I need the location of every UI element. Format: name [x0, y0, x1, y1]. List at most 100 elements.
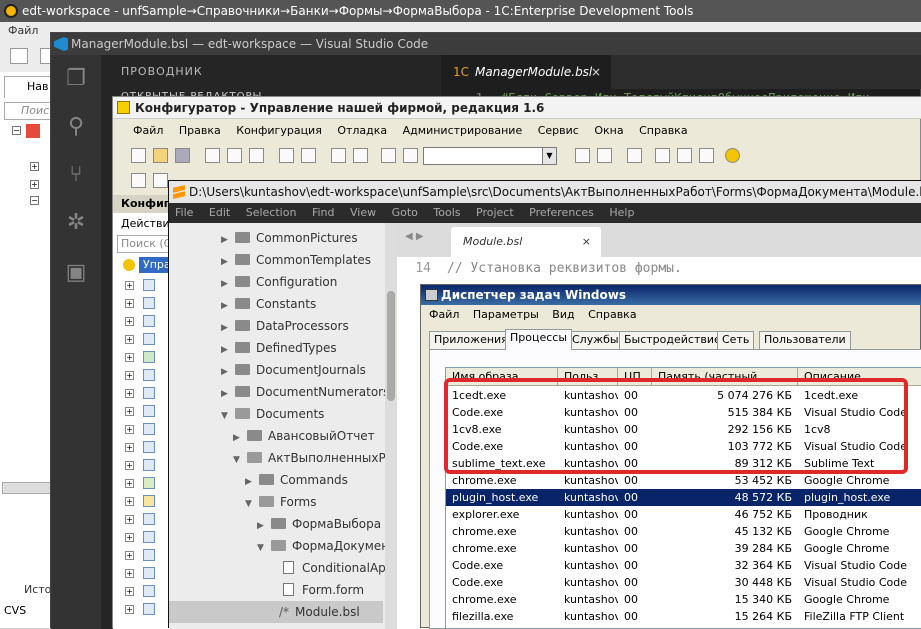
new-icon[interactable] [10, 48, 28, 64]
new-icon[interactable] [131, 148, 146, 163]
debug-icon[interactable]: ✲ [64, 211, 88, 235]
table-row[interactable]: Code.exe kuntashov 00 32 364 КБ Visual Studi… [446, 557, 921, 574]
menu-options[interactable]: Параметры [473, 308, 539, 321]
tree-row[interactable]: + [121, 367, 173, 383]
tree-expand-icon[interactable]: + [30, 180, 39, 189]
tree-row[interactable]: + [121, 349, 173, 365]
tree-item-documentjournals[interactable]: ▶ DocumentJournals [221, 359, 366, 381]
menu-help[interactable]: Справка [588, 308, 636, 321]
menu-goto[interactable]: Goto [392, 206, 418, 219]
tree-row[interactable]: + [121, 511, 173, 527]
undo-icon[interactable] [331, 148, 346, 163]
cut-icon[interactable] [205, 148, 220, 163]
tree-row[interactable]: + [121, 439, 173, 455]
chevron-down-icon[interactable]: ▼ [542, 148, 556, 164]
expand-icon[interactable]: + [125, 299, 134, 308]
tree-item-commonpictures[interactable]: ▶ CommonPictures [221, 227, 358, 249]
table-row[interactable]: Code.exe kuntashov 00 515 384 КБ Visual Stud… [446, 404, 921, 421]
tree-item-documentnumerators[interactable]: ▶ DocumentNumerators [221, 381, 389, 403]
column-memory[interactable]: Память (частный ... [652, 368, 798, 386]
menu-debug[interactable]: Отладка [337, 124, 387, 137]
explorer-icon[interactable]: ❐ [64, 67, 88, 91]
tree-row[interactable]: + [121, 457, 173, 473]
expand-icon[interactable]: + [125, 551, 134, 560]
tree-item-conditionalappearance[interactable]: ConditionalAp [283, 557, 386, 579]
copy-icon[interactable] [227, 148, 242, 163]
menu-administration[interactable]: Администрирование [403, 124, 523, 137]
expand-icon[interactable]: + [125, 515, 134, 524]
redo-icon[interactable] [353, 148, 368, 163]
table-row[interactable]: 1cv8.exe kuntashov 00 292 156 КБ 1cv8 [446, 421, 921, 438]
tab-performance[interactable]: Быстродействие [619, 331, 726, 349]
expand-icon[interactable]: + [125, 371, 134, 380]
tree-item-documents[interactable]: ▼ Documents [221, 403, 324, 425]
tree-item-forms[interactable]: ▼ Forms [245, 491, 316, 513]
info-icon[interactable] [725, 148, 740, 163]
menu-selection[interactable]: Selection [246, 206, 297, 219]
expand-icon[interactable]: + [125, 569, 134, 578]
menu-configuration[interactable]: Конфигурация [236, 124, 322, 137]
tree-item-dataprocessors[interactable]: ▶ DataProcessors [221, 315, 349, 337]
expand-icon[interactable]: + [125, 407, 134, 416]
preview-icon[interactable] [301, 148, 316, 163]
table-row[interactable]: chrome.exe kuntashov 00 39 284 КБ Google Chr… [446, 540, 921, 557]
configurator-search-combo[interactable]: ▼ [423, 147, 557, 165]
tab-nav-arrows[interactable]: ◀ ▶ [405, 231, 424, 242]
column-image-name[interactable]: Имя образа [446, 368, 558, 386]
expand-icon[interactable]: + [125, 443, 134, 452]
menu-file[interactable]: Файл [429, 308, 459, 321]
search-back-icon[interactable] [575, 148, 590, 163]
tree-row[interactable]: + [121, 313, 173, 329]
tree-row[interactable]: + [121, 475, 173, 491]
menu-find[interactable]: Find [312, 206, 335, 219]
menu-file[interactable]: File [175, 206, 193, 219]
menu-edit[interactable]: Правка [179, 124, 221, 137]
tree-action-icon[interactable] [131, 173, 146, 188]
expand-icon[interactable]: + [125, 605, 134, 614]
menu-help[interactable]: Help [609, 206, 634, 219]
tree-row[interactable]: + [121, 529, 173, 545]
tree-item-formadokumenta[interactable]: ▼ ФормаДокумент [257, 535, 396, 557]
menu-view[interactable]: View [350, 206, 376, 219]
source-control-icon[interactable]: ⑂ [64, 163, 88, 187]
help-icon[interactable] [677, 148, 692, 163]
expand-icon[interactable]: + [125, 317, 134, 326]
menu-view[interactable]: Вид [552, 308, 574, 321]
tree-row[interactable]: + [121, 277, 173, 293]
table-row[interactable]: chrome.exe kuntashov 00 45 132 КБ Google Chr… [446, 523, 921, 540]
tree-row[interactable]: + [121, 493, 173, 509]
tab-module-bsl[interactable]: Module.bsl × [451, 227, 601, 257]
tree-row[interactable]: + [121, 565, 173, 581]
close-icon[interactable]: × [582, 227, 591, 257]
table-row[interactable]: plugin_host.exe kuntashov 00 48 572 КБ plugi… [446, 489, 921, 506]
tree-row[interactable]: + [121, 421, 173, 437]
table-row[interactable]: Code.exe kuntashov 00 30 448 КБ Visual Studi… [446, 574, 921, 591]
tree-expand-icon[interactable]: + [30, 162, 39, 171]
expand-icon[interactable]: + [125, 281, 134, 290]
tree-item-configuration[interactable]: ▶ Configuration [221, 271, 337, 293]
tree-item-aktvypolnennykhrabot[interactable]: ▼ АктВыполненныхРаб [233, 447, 397, 469]
table-row[interactable]: 1cedt.exe kuntashov 00 5 074 276 КБ 1cedt.ex… [446, 387, 921, 404]
expand-icon[interactable]: + [125, 461, 134, 470]
menu-tools[interactable]: Tools [433, 206, 460, 219]
tree-expand-icon[interactable]: − [30, 196, 39, 205]
paste-icon[interactable] [249, 148, 264, 163]
tree-row[interactable]: + [121, 601, 173, 617]
expand-icon[interactable]: + [125, 353, 134, 362]
tree-row[interactable]: + [121, 295, 173, 311]
tab-users[interactable]: Пользователи [759, 331, 851, 349]
tab-processes[interactable]: Процессы [505, 329, 573, 350]
column-cpu[interactable]: ЦП [618, 368, 652, 386]
column-user[interactable]: Польз... [558, 368, 618, 386]
syntax-icon[interactable] [699, 148, 714, 163]
find-icon[interactable] [381, 148, 396, 163]
expand-icon[interactable]: + [125, 479, 134, 488]
tree-item-constants[interactable]: ▶ Constants [221, 293, 316, 315]
menu-preferences[interactable]: Preferences [529, 206, 594, 219]
close-icon[interactable]: × [591, 55, 601, 89]
tree-row[interactable]: + [121, 583, 173, 599]
tree-expand-icon[interactable]: − [12, 126, 21, 135]
save-icon[interactable] [175, 148, 190, 163]
search-forward-icon[interactable] [597, 148, 612, 163]
expand-icon[interactable]: + [125, 497, 134, 506]
